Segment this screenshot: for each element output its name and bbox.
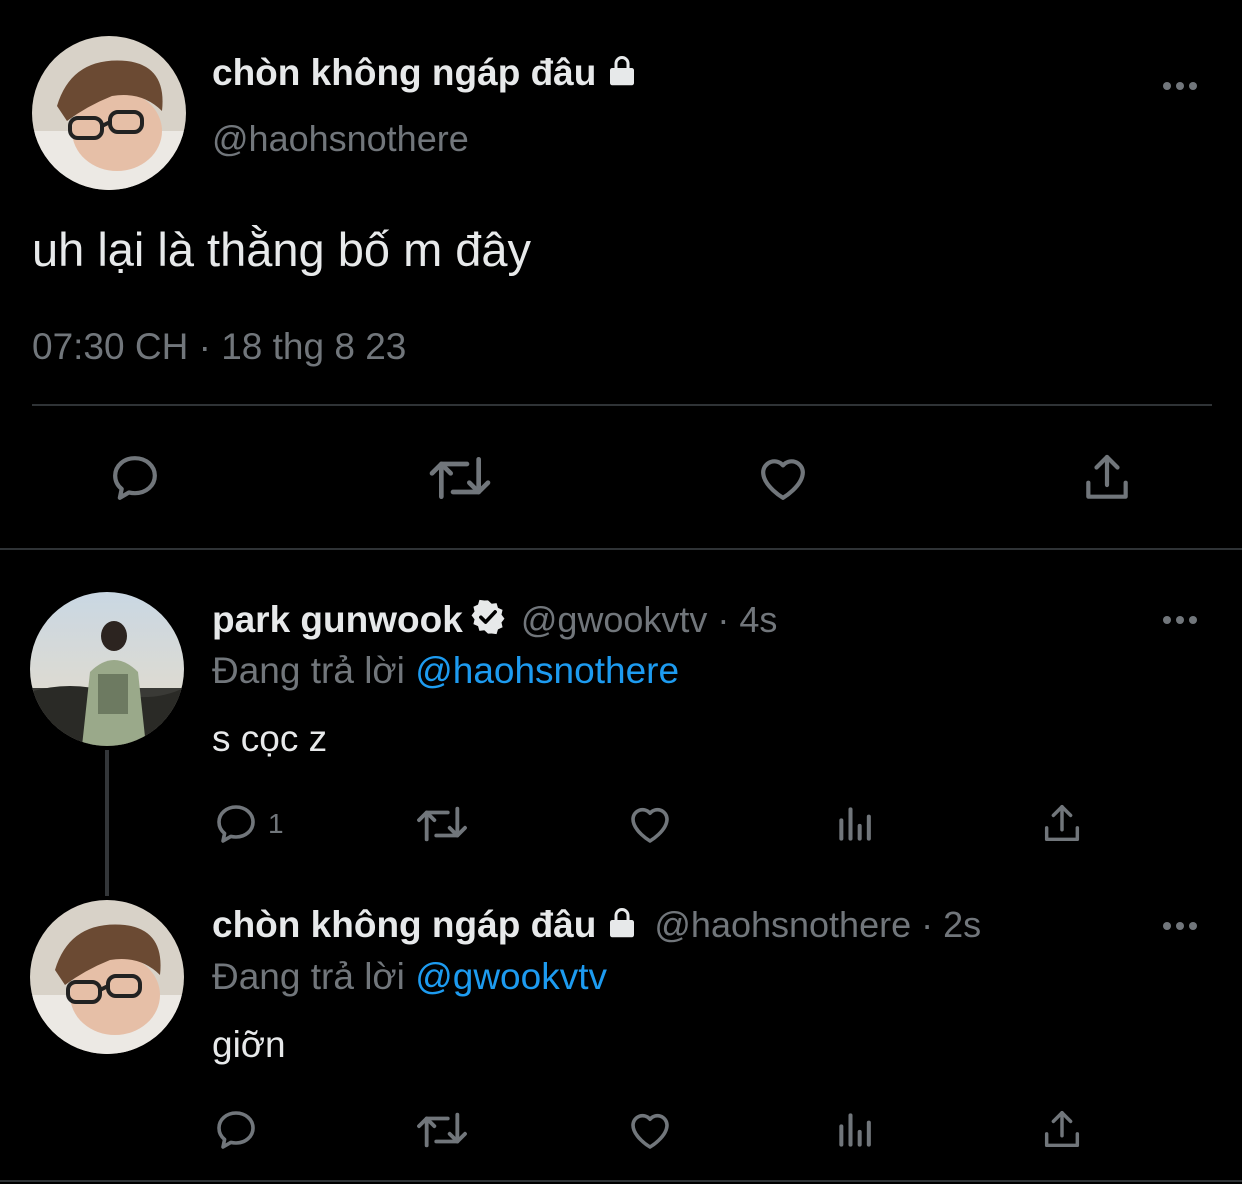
- replying-to-link[interactable]: @haohsnothere: [415, 650, 679, 691]
- retweet-icon: [417, 1112, 467, 1148]
- more-button[interactable]: [1160, 914, 1200, 938]
- like-icon: [631, 807, 669, 843]
- more-button[interactable]: [1160, 608, 1200, 632]
- thread-line: [105, 750, 109, 896]
- reply-handle-time[interactable]: @haohsnothere · 2s: [654, 904, 981, 946]
- more-icon: [1163, 82, 1197, 90]
- avatar-haohsnothere[interactable]: [30, 900, 184, 1054]
- more-icon: [1163, 922, 1197, 930]
- reply-icon: [113, 456, 157, 500]
- reply-count: 1: [268, 808, 284, 839]
- bottom-divider: [0, 1180, 1242, 1182]
- reply-button[interactable]: 1: [212, 800, 284, 848]
- like-button[interactable]: [748, 446, 818, 510]
- reply-text: giỡn: [212, 1024, 286, 1065]
- like-icon: [761, 459, 805, 500]
- share-button[interactable]: [1038, 800, 1086, 848]
- timestamp[interactable]: 07:30 CH · 18 thg 8 23: [32, 326, 406, 368]
- reply-text: s cọc z: [212, 718, 328, 759]
- retweet-icon: [417, 806, 467, 842]
- analytics-icon: [839, 807, 871, 841]
- views-button[interactable]: [832, 800, 880, 848]
- analytics-icon: [839, 1113, 871, 1147]
- retweet-icon: [429, 457, 491, 499]
- avatar-gwookvtv[interactable]: [30, 592, 184, 746]
- avatar-haohsnothere[interactable]: [32, 36, 186, 190]
- retweet-button[interactable]: [420, 446, 500, 510]
- handle[interactable]: @haohsnothere: [212, 118, 469, 160]
- reply-handle-time[interactable]: @gwookvtv · 4s: [521, 599, 778, 641]
- section-divider: [0, 548, 1242, 550]
- verified-badge-icon: [469, 598, 507, 641]
- divider: [32, 404, 1212, 406]
- retweet-button[interactable]: [412, 1106, 472, 1154]
- lock-icon: [604, 905, 640, 946]
- like-icon: [631, 1113, 669, 1149]
- reply-icon: [217, 805, 255, 843]
- like-button[interactable]: [624, 800, 676, 848]
- more-button[interactable]: [1160, 74, 1200, 98]
- more-icon: [1163, 616, 1197, 624]
- tweet-text: uh lại là thằng bố m đây: [32, 223, 532, 276]
- reply-button[interactable]: [100, 446, 170, 510]
- reply-display-name[interactable]: park gunwook: [212, 599, 463, 641]
- views-button[interactable]: [832, 1106, 880, 1154]
- display-name[interactable]: chòn không ngáp đâu: [212, 52, 596, 94]
- share-icon: [1044, 1111, 1080, 1148]
- replying-label: Đang trả lời: [212, 956, 405, 997]
- reply-display-name[interactable]: chòn không ngáp đâu: [212, 904, 596, 946]
- reply-icon: [217, 1111, 255, 1149]
- share-button[interactable]: [1072, 446, 1142, 510]
- replying-to-link[interactable]: @gwookvtv: [415, 956, 607, 997]
- reply-button[interactable]: [212, 1106, 260, 1154]
- replying-label: Đang trả lời: [212, 650, 405, 691]
- share-icon: [1044, 805, 1080, 842]
- like-button[interactable]: [624, 1106, 676, 1154]
- share-icon: [1086, 454, 1128, 499]
- lock-icon: [604, 53, 640, 94]
- retweet-button[interactable]: [412, 800, 472, 848]
- share-button[interactable]: [1038, 1106, 1086, 1154]
